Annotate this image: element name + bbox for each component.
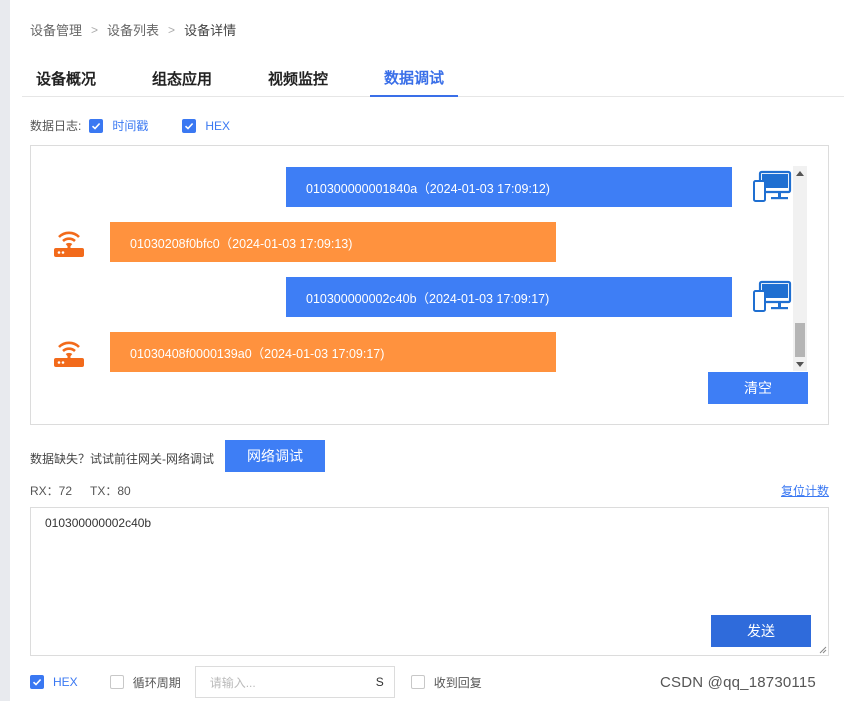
log-options-label: 数据日志: [30, 119, 82, 133]
breadcrumb-device-list[interactable]: 设备列表 [107, 20, 159, 39]
log-options: 数据日志: 时间戳 HEX [30, 117, 230, 134]
period-input-placeholder: 请输入... [209, 675, 256, 690]
send-textarea[interactable]: 010300000002c40b 发送 [30, 507, 829, 656]
loop-period-checkbox[interactable] [109, 675, 124, 689]
loop-period-label[interactable]: 循环周期 [133, 674, 181, 691]
log-message-outgoing: 010300000002c40b（2024-01-03 17:09:17) [286, 277, 732, 317]
tab-video-monitoring[interactable]: 视频监控 [254, 60, 342, 97]
chevron-right-icon: > [168, 22, 176, 37]
scroll-up-arrow-icon[interactable] [796, 171, 804, 176]
timestamp-label[interactable]: 时间戳 [112, 117, 148, 134]
tab-scada-app[interactable]: 组态应用 [138, 60, 226, 97]
scroll-thumb[interactable] [795, 323, 805, 357]
period-unit: S [375, 675, 384, 689]
reply-label[interactable]: 收到回复 [434, 674, 482, 691]
network-debug-hint: 数据缺失？试试前往网关-网络调试 [30, 452, 214, 466]
resize-grip-icon[interactable] [817, 644, 827, 654]
router-icon [54, 231, 84, 257]
log-hex-label[interactable]: HEX [205, 119, 230, 133]
log-message-outgoing: 010300000001840a（2024-01-03 17:09:12) [286, 167, 732, 207]
data-log-panel: 010300000001840a（2024-01-03 17:09:12) 01… [30, 145, 829, 425]
log-message-incoming: 01030408f0000139a0（2024-01-03 17:09:17) [110, 332, 556, 372]
send-button[interactable]: 发送 [711, 615, 811, 647]
log-hex-checkbox[interactable] [182, 118, 197, 133]
log-scrollbar[interactable] [793, 166, 807, 371]
rx-counter: RX：72 [30, 484, 73, 498]
watermark: CSDN @qq_18730115 [660, 674, 816, 691]
period-input[interactable]: 请输入... S [194, 666, 395, 698]
chevron-right-icon: > [91, 22, 99, 37]
send-hex-label[interactable]: HEX [53, 675, 78, 689]
send-textarea-value: 010300000002c40b [45, 516, 152, 530]
tab-bar: 设备概况 组态应用 视频监控 数据调试 [22, 60, 844, 97]
breadcrumb-device-detail: 设备详情 [184, 23, 237, 38]
left-sidebar-edge [0, 0, 10, 701]
tab-data-debug[interactable]: 数据调试 [370, 60, 459, 97]
clear-button[interactable]: 清空 [708, 372, 808, 404]
log-message-incoming: 01030208f0bfc0（2024-01-03 17:09:13) [110, 222, 556, 262]
computer-icon [753, 170, 792, 202]
reply-checkbox[interactable] [410, 675, 425, 689]
tab-device-overview[interactable]: 设备概况 [22, 60, 110, 97]
reset-count-link[interactable]: 复位计数 [781, 482, 829, 499]
tx-counter: TX：80 [90, 484, 131, 498]
scroll-down-arrow-icon[interactable] [796, 362, 804, 367]
network-debug-button[interactable]: 网络调试 [225, 440, 325, 472]
computer-icon [753, 280, 792, 312]
send-hex-checkbox[interactable] [30, 675, 44, 689]
router-icon [54, 341, 84, 367]
send-options-row: HEX 循环周期 请输入... S 收到回复 [30, 666, 482, 698]
timestamp-checkbox[interactable] [89, 118, 104, 133]
breadcrumb-device-management[interactable]: 设备管理 [30, 20, 82, 39]
rx-tx-counters: RX：72 TX：80 [30, 482, 149, 499]
breadcrumb: 设备管理 > 设备列表 > 设备详情 [30, 20, 236, 39]
